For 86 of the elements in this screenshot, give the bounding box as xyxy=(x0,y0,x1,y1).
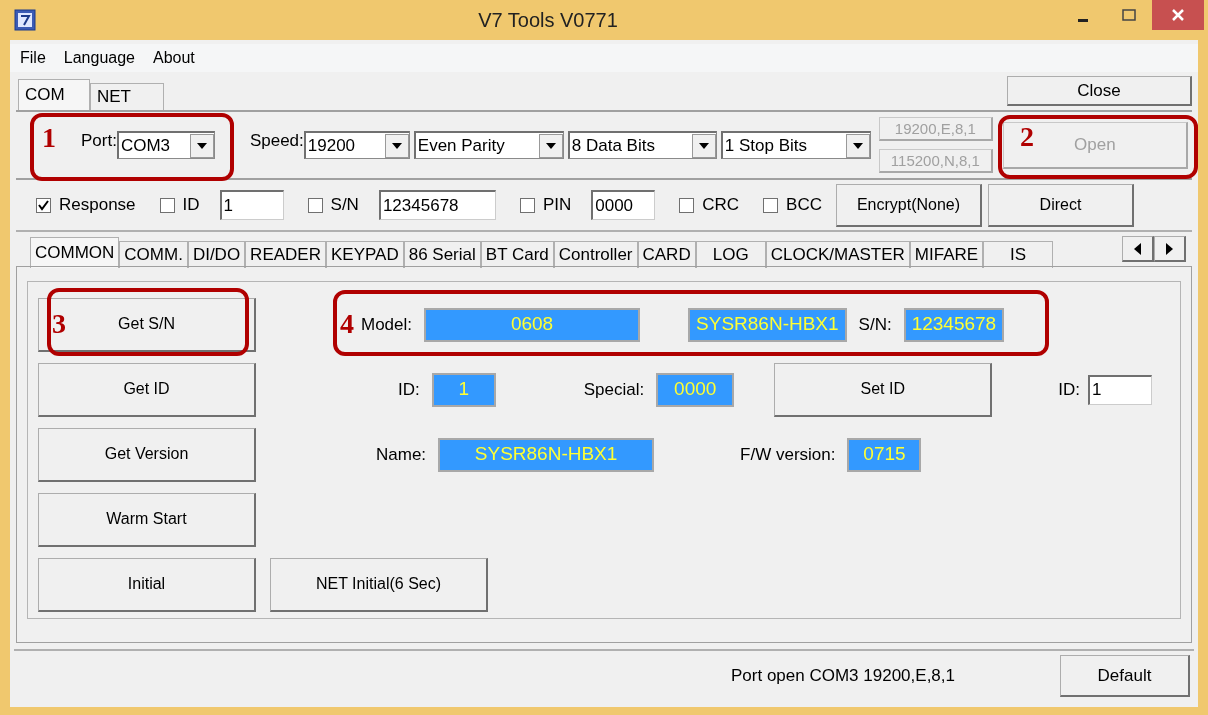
callout-number: 2 xyxy=(1020,123,1034,151)
close-icon xyxy=(1171,8,1185,22)
tab[interactable]: 86 Serial xyxy=(403,241,481,268)
window-title: V7 Tools V0771 xyxy=(477,8,619,33)
tab[interactable]: READER xyxy=(245,241,326,268)
caret-icon xyxy=(545,142,556,149)
tab[interactable]: Controller xyxy=(553,241,638,268)
caret-icon xyxy=(391,142,402,149)
maximize-icon xyxy=(1122,9,1136,21)
tab[interactable]: MIFARE xyxy=(909,241,984,268)
callout-number: 3 xyxy=(52,310,66,338)
checkbox[interactable] xyxy=(519,197,535,213)
tab[interactable]: KEYPAD xyxy=(325,241,404,268)
tab[interactable]: CLOCK/MASTER xyxy=(765,241,910,268)
checkbox[interactable] xyxy=(307,197,323,213)
command-button[interactable]: Set ID xyxy=(774,362,993,417)
value-display: SYSR86N-HBX1 xyxy=(438,437,655,472)
checkbox[interactable] xyxy=(159,197,175,213)
direct-button[interactable]: Direct xyxy=(988,183,1134,227)
serial-setting-dropdown[interactable]: Even Parity xyxy=(413,131,564,159)
minimize-icon xyxy=(1078,19,1088,22)
tab[interactable]: COM xyxy=(18,79,90,110)
field-label: ID: xyxy=(1058,378,1080,401)
check-icon xyxy=(38,199,49,211)
checkbox-label: S/N xyxy=(330,194,359,217)
serial-setting-dropdown[interactable]: 8 Data Bits xyxy=(567,131,717,159)
tab[interactable]: NET xyxy=(90,83,164,110)
field-label: Name: xyxy=(376,443,427,466)
caret-icon xyxy=(698,142,709,149)
text-input[interactable]: 1 xyxy=(219,190,284,220)
field-label: Model: xyxy=(361,313,413,336)
command-button[interactable]: Initial xyxy=(38,557,256,612)
close-button[interactable]: Close xyxy=(1007,76,1192,106)
command-button[interactable]: Get Version xyxy=(38,427,256,482)
checkbox-label: CRC xyxy=(702,194,740,217)
callout-number: 1 xyxy=(42,124,56,152)
tab[interactable]: IS xyxy=(983,241,1054,268)
value-display: 0608 xyxy=(424,307,641,342)
field-label: F/W version: xyxy=(740,443,836,466)
value-display: 0715 xyxy=(847,437,922,472)
right-arrow-icon xyxy=(1166,242,1173,255)
port-label: Port: xyxy=(81,130,117,152)
command-button[interactable]: NET Initial(6 Sec) xyxy=(270,557,488,612)
close-window-button[interactable] xyxy=(1152,0,1204,30)
scroll-right-button[interactable] xyxy=(1154,236,1186,262)
status-text: Port open COM3 19200,E,8,1 xyxy=(731,665,955,688)
serial-setting-dropdown[interactable]: 19200 xyxy=(303,131,410,159)
field-label: ID: xyxy=(398,378,420,401)
tab[interactable]: COMMON xyxy=(30,237,120,268)
value-display: 0000 xyxy=(656,372,735,407)
command-button[interactable]: Get ID xyxy=(38,362,256,417)
checkbox-label: ID xyxy=(182,194,200,217)
caret-icon xyxy=(196,142,207,149)
serial-setting-dropdown[interactable]: 1 Stop Bits xyxy=(720,131,871,159)
field-label: Special: xyxy=(583,378,645,401)
text-input[interactable]: 12345678 xyxy=(378,190,496,220)
checkbox-label: BCC xyxy=(786,194,822,217)
text-input[interactable]: 1 xyxy=(1087,374,1152,405)
value-display: SYSR86N-HBX1 xyxy=(688,307,847,342)
default-button[interactable]: Default xyxy=(1060,655,1190,697)
tab[interactable]: DI/DO xyxy=(187,241,246,268)
tab[interactable]: CARD xyxy=(637,241,696,268)
port-dropdown[interactable]: COM3 xyxy=(116,131,215,159)
checkbox-label: Response xyxy=(59,194,136,217)
value-display: 12345678 xyxy=(903,307,1005,342)
left-arrow-icon xyxy=(1134,242,1141,255)
checkbox[interactable] xyxy=(763,197,779,213)
field-label: S/N: xyxy=(858,313,892,336)
caret-icon xyxy=(852,142,863,149)
speed-label: Speed: xyxy=(249,130,304,152)
encrypt-button[interactable]: Encrypt(None) xyxy=(836,183,982,227)
callout-number: 4 xyxy=(340,310,354,338)
menu-item[interactable]: File xyxy=(20,46,46,70)
checkbox[interactable] xyxy=(679,197,695,213)
checkbox-label: PIN xyxy=(542,194,572,217)
command-button[interactable]: Warm Start xyxy=(38,492,256,547)
tab[interactable]: COMM. xyxy=(119,241,188,268)
text-input[interactable]: 0000 xyxy=(591,190,656,220)
menu-item[interactable]: Language xyxy=(63,46,135,70)
menu-item[interactable]: About xyxy=(152,46,195,70)
value-display: 1 xyxy=(431,372,496,407)
tab[interactable]: BT Card xyxy=(480,241,554,268)
scroll-left-button[interactable] xyxy=(1122,236,1154,262)
checkbox[interactable] xyxy=(36,197,51,213)
app-icon xyxy=(14,9,36,31)
tab[interactable]: LOG xyxy=(695,241,766,268)
